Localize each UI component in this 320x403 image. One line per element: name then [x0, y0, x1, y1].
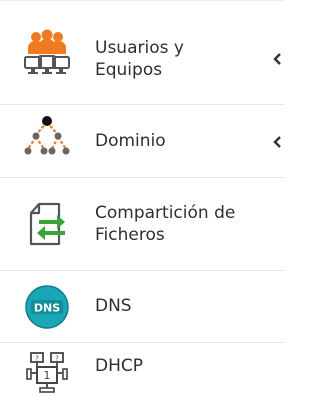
- sidebar-item-dominio[interactable]: Dominio: [0, 105, 284, 178]
- label-line-1: Compartición de: [95, 203, 236, 223]
- label-line-1: DHCP: [95, 356, 143, 376]
- label-line-1: Usuarios y: [95, 38, 184, 58]
- sidebar-item-label: DHCP: [95, 355, 260, 377]
- chevron-left-icon[interactable]: [270, 51, 284, 67]
- users-computers-icon: [22, 27, 72, 77]
- dns-icon-text: DNS: [34, 302, 60, 315]
- sidebar-item-dns[interactable]: DNS DNS: [0, 271, 284, 343]
- chevron-left-icon[interactable]: [270, 134, 284, 150]
- sidebar-item-dhcp[interactable]: ? ? 1 DHCP: [0, 343, 284, 403]
- svg-text:?: ?: [35, 355, 39, 363]
- sidebar-item-comparticion-ficheros[interactable]: Compartición de Ficheros: [0, 178, 284, 271]
- label-line-2: Ficheros: [95, 225, 165, 245]
- file-sharing-icon: [22, 199, 72, 249]
- sidebar-item-usuarios-equipos[interactable]: Usuarios y Equipos: [0, 1, 284, 105]
- label-line-1: Dominio: [95, 131, 166, 151]
- sidebar-item-label: Usuarios y Equipos: [95, 37, 260, 81]
- sidebar-menu: Usuarios y Equipos Dominio Compartición …: [0, 0, 284, 403]
- sidebar-item-label: Dominio: [95, 130, 260, 152]
- domain-tree-icon: [22, 115, 72, 165]
- sidebar-item-label: DNS: [95, 295, 260, 317]
- label-line-1: DNS: [95, 296, 132, 316]
- dns-icon: DNS: [22, 282, 72, 332]
- label-line-2: Equipos: [95, 60, 163, 80]
- dhcp-icon: ? ? 1: [22, 347, 72, 397]
- svg-text:1: 1: [44, 369, 51, 382]
- svg-text:?: ?: [55, 355, 59, 363]
- sidebar-item-label: Compartición de Ficheros: [95, 202, 260, 246]
